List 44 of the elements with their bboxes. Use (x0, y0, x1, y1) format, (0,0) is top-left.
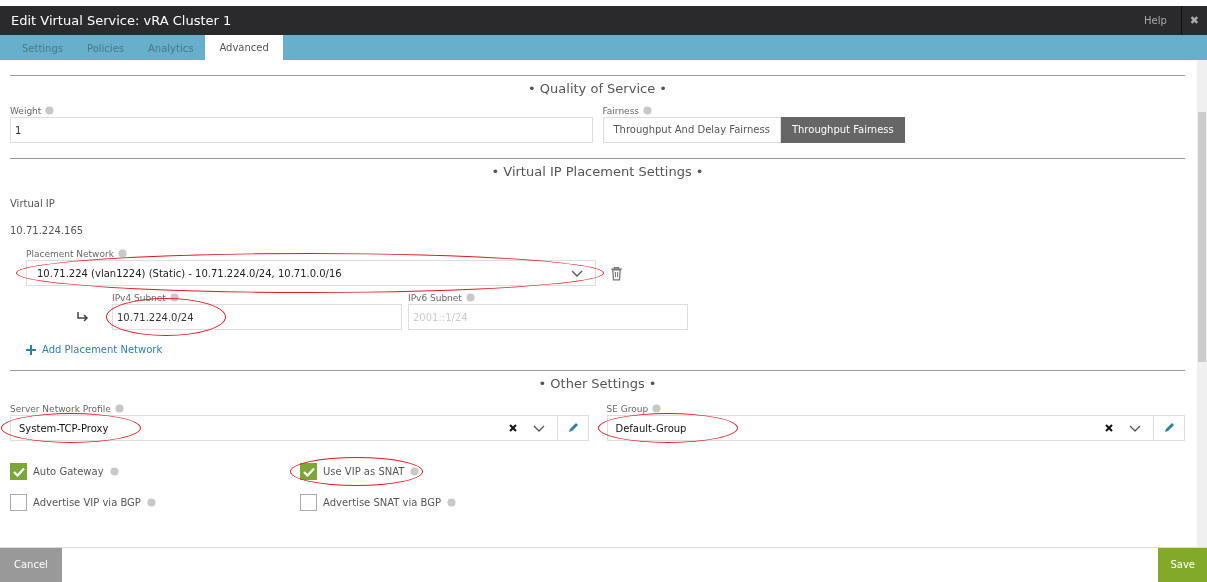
close-button[interactable]: ✖ (1181, 14, 1207, 27)
help-icon (410, 467, 420, 476)
checkbox[interactable] (300, 463, 317, 480)
checkbox-label: Advertise VIP via BGP (33, 497, 141, 508)
help-icon (465, 293, 475, 302)
field-label: SE Group (606, 403, 649, 414)
trash-icon[interactable] (610, 265, 623, 281)
virtual-ip-value: 10.71.224.165 (10, 225, 85, 236)
checkbox[interactable] (300, 494, 317, 511)
help-icon (447, 498, 457, 507)
tab[interactable]: Advanced (205, 35, 283, 60)
help-icon (652, 404, 662, 413)
checkbox[interactable] (10, 494, 27, 511)
help-icon (45, 106, 55, 115)
help-icon (169, 293, 179, 302)
section-heading: • Other Settings • (10, 370, 1185, 394)
scrollbar-thumb[interactable] (1198, 112, 1206, 362)
help-icon (146, 498, 156, 507)
help-icon (643, 106, 653, 115)
chevron-down-icon (571, 269, 583, 277)
help-icon (114, 404, 124, 413)
add-placement-network-link[interactable]: Add Placement Network (26, 344, 1185, 355)
section-heading: • Virtual IP Placement Settings • (10, 158, 1185, 182)
help-icon (109, 467, 119, 476)
field-label: Weight (10, 105, 42, 116)
checkbox-label: Advertise SNAT via BGP (323, 497, 442, 508)
checkbox-label: Auto Gateway (33, 466, 104, 477)
window-title: Edit Virtual Service: vRA Cluster 1 (10, 13, 233, 28)
checkbox[interactable] (10, 463, 27, 480)
field-label: Virtual IP (10, 198, 56, 209)
toggle-option[interactable]: Throughput Fairness (780, 117, 905, 143)
ipv4-subnet-field[interactable]: 10.71.224.0/24 (112, 304, 402, 330)
weight-field[interactable]: 1 (10, 117, 593, 143)
placement-network-select[interactable]: 10.71.224 (vlan1224) (Static) - 10.71.224.0/24, 10.71.0.0/16 (26, 260, 596, 286)
field-label: Server Network Profile (10, 403, 111, 414)
section-heading: • Quality of Service • (10, 75, 1185, 99)
field-label: Fairness (602, 105, 640, 116)
help-icon (117, 249, 127, 258)
checkbox-label: Use VIP as SNAT (323, 466, 405, 477)
toggle-option[interactable]: Throughput And Delay Fairness (602, 117, 781, 143)
return-arrow-icon (76, 312, 90, 322)
field-label: Placement Network (26, 248, 114, 259)
plus-icon (26, 344, 36, 355)
field-label: IPv6 Subnet (408, 292, 462, 303)
